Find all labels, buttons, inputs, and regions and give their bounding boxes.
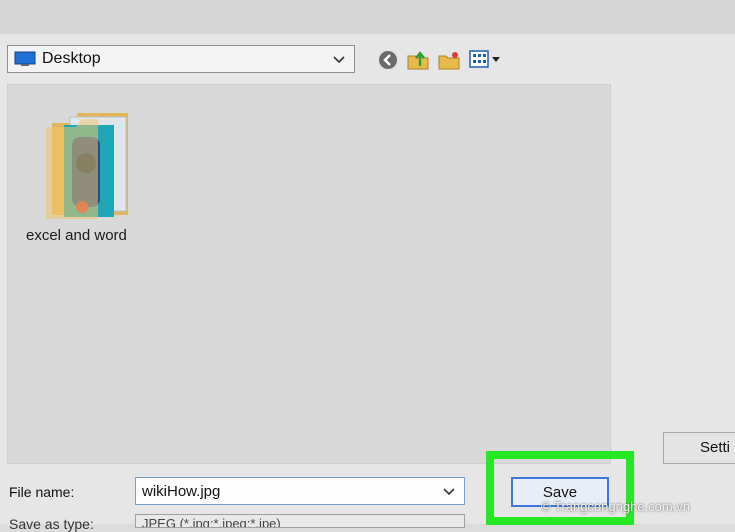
new-folder-icon[interactable]: [437, 48, 461, 72]
folder-label: excel and word: [26, 227, 127, 244]
savetype-label: Save as type:: [9, 516, 94, 532]
settings-button[interactable]: Setti: [663, 432, 735, 464]
filename-input[interactable]: wikiHow.jpg: [135, 477, 465, 505]
watermark: © Trangcongnghe.com.vn: [541, 499, 691, 514]
title-strip: [0, 0, 735, 34]
savetype-value: JPEG (*.jpg;*.jpeg;*.jpe): [142, 516, 281, 528]
location-value: Desktop: [42, 50, 101, 67]
back-icon[interactable]: [376, 48, 400, 72]
filename-label: File name:: [9, 484, 75, 500]
up-folder-icon[interactable]: [406, 48, 430, 72]
list-item[interactable]: excel and word: [26, 103, 146, 253]
folder-icon: [46, 113, 128, 219]
filename-value: wikiHow.jpg: [142, 482, 221, 500]
file-list-pane[interactable]: excel and word: [7, 84, 611, 464]
view-menu-icon[interactable]: [469, 48, 501, 72]
chevron-down-icon[interactable]: [440, 482, 458, 500]
savetype-dropdown[interactable]: JPEG (*.jpg;*.jpeg;*.jpe): [135, 514, 465, 528]
location-dropdown[interactable]: Desktop: [7, 45, 355, 73]
desktop-icon: [14, 51, 36, 67]
save-dialog: Desktop excel and word Setti File name: …: [0, 0, 735, 532]
chevron-down-icon[interactable]: [330, 50, 348, 68]
